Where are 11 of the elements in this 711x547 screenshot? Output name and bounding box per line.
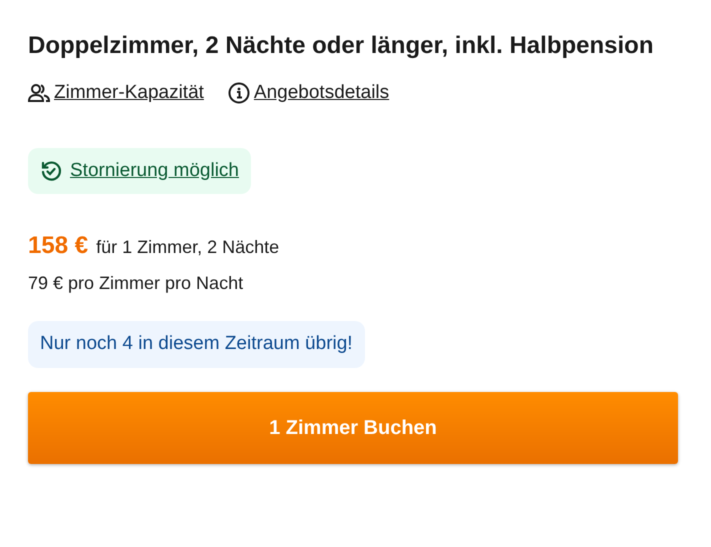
availability-notice: Nur noch 4 in diesem Zeitraum übrig! — [28, 321, 365, 368]
info-icon — [228, 82, 250, 104]
offer-title: Doppelzimmer, 2 Nächte oder länger, inkl. Halbpension — [28, 31, 654, 61]
people-icon — [28, 83, 50, 104]
link[interactable]: Zimmer-Kapazität — [54, 79, 204, 108]
total-price: 158 € — [28, 231, 88, 262]
per-night-price: 79 € pro Zimmer pro Nacht — [28, 272, 244, 296]
refresh-check-icon — [40, 160, 62, 182]
price-note: für 1 Zimmer, 2 Nächte — [96, 236, 280, 260]
link[interactable]: Angebotsdetails — [254, 79, 390, 108]
cancellation-link[interactable]: Stornierung möglich — [70, 156, 239, 186]
